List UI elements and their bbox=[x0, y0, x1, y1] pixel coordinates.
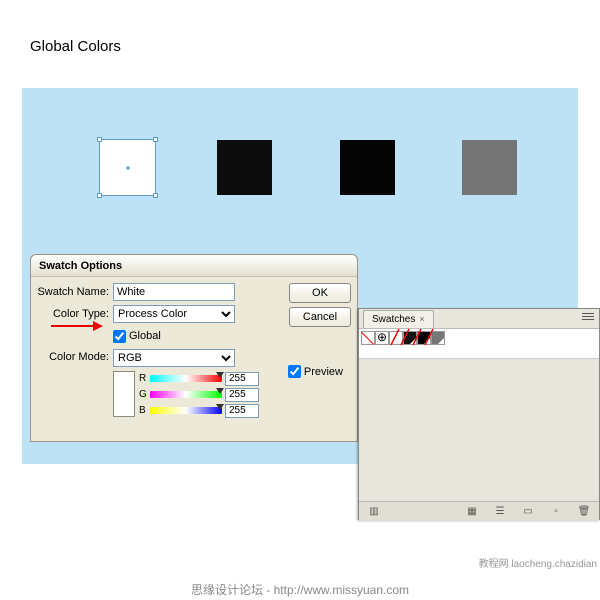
panel-footer: ▥ ▦ ☰ ▭ ▫ 🗑 bbox=[359, 501, 599, 521]
footer-text: 思缘设计论坛 - http://www.missyuan.com bbox=[0, 581, 600, 598]
swatches-panel: Swatches× ▥ ▦ ☰ ▭ bbox=[358, 308, 600, 520]
square-black-1[interactable] bbox=[217, 140, 272, 195]
square-black-2[interactable] bbox=[340, 140, 395, 195]
dialog-title: Swatch Options bbox=[31, 255, 357, 277]
cancel-button[interactable]: Cancel bbox=[289, 307, 351, 327]
g-value[interactable] bbox=[225, 388, 259, 402]
r-slider[interactable] bbox=[150, 375, 222, 382]
global-label: Global bbox=[129, 330, 161, 342]
tab-swatches[interactable]: Swatches× bbox=[363, 310, 434, 328]
r-value[interactable] bbox=[225, 372, 259, 386]
page-title: Global Colors bbox=[30, 38, 121, 55]
swatch-name-input[interactable] bbox=[113, 283, 235, 301]
color-type-select[interactable]: Process Color bbox=[113, 305, 235, 323]
r-label: R bbox=[139, 373, 147, 384]
swatch-name-label: Swatch Name: bbox=[37, 286, 113, 298]
color-mode-label: Color Mode: bbox=[37, 349, 113, 363]
delete-swatch-icon[interactable]: 🗑 bbox=[575, 505, 593, 519]
swatch-options-dialog: Swatch Options Swatch Name: Color Type: … bbox=[30, 254, 358, 442]
annotation-ticks-icon bbox=[389, 327, 459, 347]
panel-menu-icon[interactable] bbox=[580, 311, 596, 323]
global-checkbox[interactable] bbox=[113, 330, 126, 343]
annotation-arrow-icon bbox=[49, 319, 105, 333]
swatch-libraries-icon[interactable]: ▥ bbox=[365, 505, 383, 519]
swatch-none[interactable] bbox=[361, 331, 375, 345]
g-slider[interactable] bbox=[150, 391, 222, 398]
g-label: G bbox=[139, 389, 147, 400]
swatches-row bbox=[359, 329, 599, 359]
selected-square-white[interactable] bbox=[100, 140, 155, 195]
show-swatch-kinds-icon[interactable]: ▦ bbox=[463, 505, 481, 519]
preview-label: Preview bbox=[304, 366, 343, 378]
swatch-preview bbox=[113, 371, 135, 417]
color-mode-select[interactable]: RGB bbox=[113, 349, 235, 367]
square-gray[interactable] bbox=[462, 140, 517, 195]
new-swatch-icon[interactable]: ▫ bbox=[547, 505, 565, 519]
swatch-registration[interactable] bbox=[375, 331, 389, 345]
b-label: B bbox=[139, 405, 147, 416]
ok-button[interactable]: OK bbox=[289, 283, 351, 303]
close-icon[interactable]: × bbox=[419, 311, 424, 328]
swatch-options-icon[interactable]: ☰ bbox=[491, 505, 509, 519]
b-value[interactable] bbox=[225, 404, 259, 418]
watermark: 教程网 laocheng.chazidian bbox=[479, 555, 597, 570]
new-color-group-icon[interactable]: ▭ bbox=[519, 505, 537, 519]
b-slider[interactable] bbox=[150, 407, 222, 414]
preview-checkbox[interactable] bbox=[288, 365, 301, 378]
